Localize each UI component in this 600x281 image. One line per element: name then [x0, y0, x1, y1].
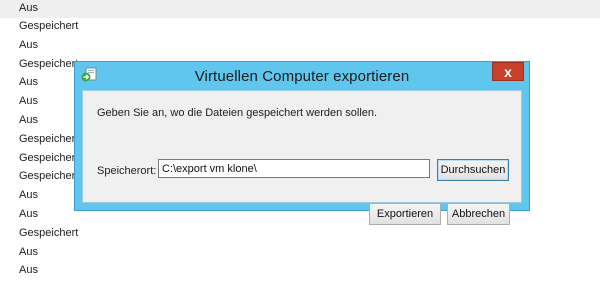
list-item[interactable]: Gespeichert — [0, 225, 600, 244]
list-item[interactable]: Aus — [0, 262, 600, 281]
location-input[interactable] — [158, 159, 430, 178]
browse-button[interactable]: Durchsuchen — [437, 159, 509, 181]
location-label: Speicherort: — [97, 165, 157, 177]
cancel-button[interactable]: Abbrechen — [447, 203, 510, 225]
dialog-body: Geben Sie an, wo die Dateien gespeichert… — [82, 90, 522, 225]
export-button[interactable]: Exportieren — [369, 203, 441, 225]
dialog-title: Virtuellen Computer exportieren — [194, 68, 410, 85]
list-item[interactable]: Gespeichert — [0, 18, 600, 37]
instruction-text: Geben Sie an, wo die Dateien gespeichert… — [97, 107, 378, 119]
list-item[interactable]: Aus — [0, 0, 600, 18]
dialog-titlebar[interactable]: Virtuellen Computer exportieren x — [75, 62, 529, 90]
list-item[interactable]: Aus — [0, 244, 600, 263]
close-button[interactable]: x — [492, 62, 524, 81]
export-dialog: Virtuellen Computer exportieren x Geben … — [74, 61, 530, 225]
list-item[interactable]: Aus — [0, 37, 600, 56]
close-icon: x — [504, 64, 512, 80]
